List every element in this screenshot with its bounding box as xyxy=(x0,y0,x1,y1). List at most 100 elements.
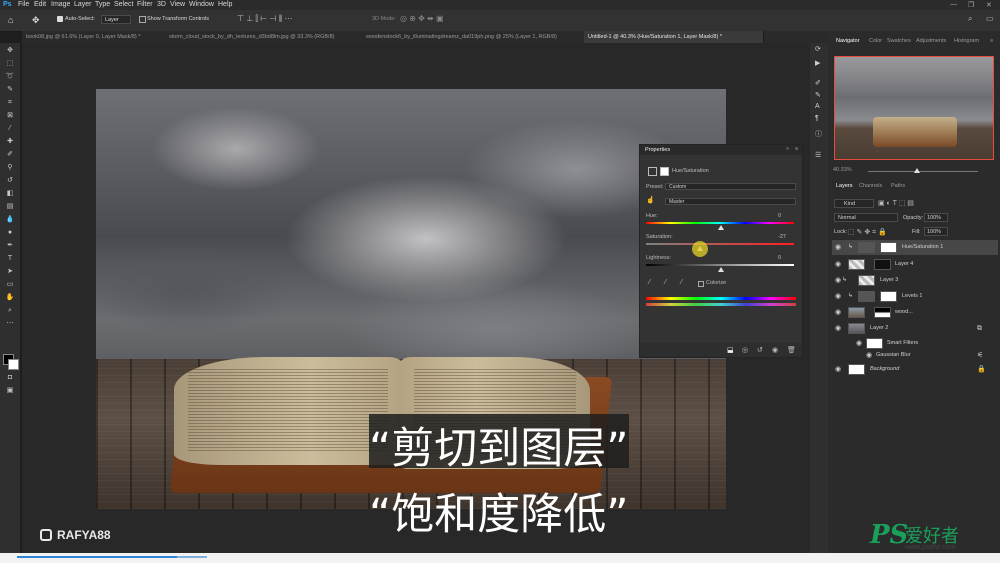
tab-book08[interactable]: book08.jpg @ 61.6% (Layer 0, Layer Mask/… xyxy=(22,31,167,43)
navigator-preview[interactable] xyxy=(834,56,994,160)
auto-select-checkbox[interactable] xyxy=(57,16,63,22)
layer-row-hue-saturation[interactable]: ◉ ↳ Hue/Saturation 1 xyxy=(832,240,998,255)
menu-type[interactable]: Type xyxy=(95,1,110,8)
quick-mask-icon[interactable]: ◘ xyxy=(5,374,15,382)
reset-icon[interactable]: ↺ xyxy=(757,346,763,354)
close-icon[interactable]: ✕ xyxy=(986,1,992,9)
tab-storm-cloud[interactable]: storm_cloud_stock_by_dh_textures_d3bd8lm… xyxy=(165,31,380,43)
preset-dropdown[interactable]: Custom xyxy=(665,183,796,190)
tab-channels[interactable]: Channels xyxy=(859,180,882,192)
hand-tool-icon[interactable]: ✋ xyxy=(5,294,15,302)
mask-thumbnail[interactable] xyxy=(874,307,891,318)
menu-layer[interactable]: Layer xyxy=(74,1,92,8)
frame-tool-icon[interactable]: ⊠ xyxy=(5,112,15,120)
clone-stamp-tool-icon[interactable]: ⚲ xyxy=(5,164,15,172)
tab-color[interactable]: Color xyxy=(869,35,882,47)
rectangle-tool-icon[interactable]: ▭ xyxy=(5,281,15,289)
layer-name[interactable]: Layer 3 xyxy=(880,273,898,288)
mask-thumbnail[interactable] xyxy=(880,291,897,302)
eye-icon[interactable]: ◉ xyxy=(835,257,841,272)
layer-row-background[interactable]: ◉ Background 🔒 xyxy=(832,362,998,377)
delete-icon[interactable]: 🗑 xyxy=(787,346,796,354)
clip-to-layer-icon[interactable]: ⬓ xyxy=(727,346,734,354)
path-select-tool-icon[interactable]: ➤ xyxy=(5,268,15,276)
more-tools-icon[interactable]: ⋯ xyxy=(5,320,15,328)
blur-tool-icon[interactable]: 💧 xyxy=(5,216,15,224)
brush-tool-icon[interactable]: ✐ xyxy=(5,151,15,159)
lasso-tool-icon[interactable]: ➰ xyxy=(5,73,15,81)
move-tool-icon[interactable]: ✥ xyxy=(5,47,15,55)
layer-row-layer-3[interactable]: ◉ ↳ Layer 3 xyxy=(832,273,998,288)
tab-histogram[interactable]: Histogram xyxy=(954,35,979,47)
opacity-input[interactable]: 100% xyxy=(924,213,948,222)
eyedropper-add-icon[interactable]: ⁄ xyxy=(665,279,666,286)
channel-dropdown[interactable]: Master xyxy=(665,198,796,205)
colorize-checkbox[interactable] xyxy=(698,281,704,287)
layer-name[interactable]: Gaussian Blur xyxy=(876,348,911,363)
tab-swatches[interactable]: Swatches xyxy=(887,35,911,47)
tab-untitled-1[interactable]: Untitled-1 @ 40.3% (Hue/Saturation 1, La… xyxy=(584,31,764,43)
lock-icons[interactable]: ⬚ ✎ ✥ ⌗ 🔒 xyxy=(848,228,887,237)
layer-name[interactable]: Background xyxy=(870,362,899,377)
hue-value[interactable]: 0 xyxy=(778,213,781,219)
paragraph-panel-icon[interactable]: ¶ xyxy=(815,115,819,122)
navigator-zoom[interactable]: 40.33% xyxy=(833,164,852,176)
panel-menu-icon[interactable]: ≡ xyxy=(990,35,993,47)
play-actions-icon[interactable]: ▶ xyxy=(815,59,820,67)
photoshop-app-icon[interactable]: Ps xyxy=(3,1,12,8)
layer-row-layer-4[interactable]: ◉ Layer 4 xyxy=(832,257,998,272)
panel-collapse-icon[interactable]: » xyxy=(786,146,789,152)
layer-filter-icons[interactable]: ▣ ◐ T ⬚ ▤ xyxy=(878,199,914,207)
character-panel-icon[interactable]: A xyxy=(815,103,820,110)
target-adjust-icon[interactable]: ☝ xyxy=(646,196,655,204)
saturation-slider-track[interactable] xyxy=(646,243,794,245)
video-progress-bar[interactable] xyxy=(0,553,1000,563)
zoom-tool-icon[interactable]: ⌕ xyxy=(5,307,15,315)
hue-slider-track[interactable] xyxy=(646,222,794,224)
tab-adjustments[interactable]: Adjustments xyxy=(916,35,946,47)
type-tool-icon[interactable]: T xyxy=(5,255,15,263)
eyedropper-subtract-icon[interactable]: ⁄ xyxy=(681,279,682,286)
layer-name[interactable]: Layer 2 xyxy=(870,321,888,336)
menu-image[interactable]: Image xyxy=(51,1,70,8)
blend-mode-dropdown[interactable]: Normal xyxy=(834,213,898,222)
mask-thumbnail[interactable] xyxy=(880,242,897,253)
eye-icon[interactable]: ◉ xyxy=(835,273,841,288)
fill-input[interactable]: 100% xyxy=(924,227,948,236)
eraser-tool-icon[interactable]: ◧ xyxy=(5,190,15,198)
brush-panel-icon[interactable]: ✐ xyxy=(815,79,821,87)
tab-navigator[interactable]: Navigator xyxy=(836,35,860,47)
crop-tool-icon[interactable]: ⌗ xyxy=(5,99,15,107)
layer-row-wood[interactable]: ◉ wood... xyxy=(832,305,998,320)
zoom-slider-track[interactable] xyxy=(868,171,978,172)
history-panel-icon[interactable]: ⟳ xyxy=(815,45,821,53)
align-icons[interactable]: ⊤ ⊥ ⫿ ⊢ ⊣ ⫼ ⋯ xyxy=(237,14,292,24)
auto-select-dropdown[interactable]: Layer xyxy=(101,15,131,24)
history-brush-tool-icon[interactable]: ↺ xyxy=(5,177,15,185)
lightness-value[interactable]: 0 xyxy=(778,255,781,261)
restore-icon[interactable]: ❐ xyxy=(968,1,974,9)
tab-paths[interactable]: Paths xyxy=(891,180,905,192)
eye-icon[interactable]: ◉ xyxy=(866,348,872,363)
pen-tool-icon[interactable]: ✒ xyxy=(5,242,15,250)
healing-tool-icon[interactable]: ✚ xyxy=(5,138,15,146)
gradient-tool-icon[interactable]: ▤ xyxy=(5,203,15,211)
menu-help[interactable]: Help xyxy=(218,1,232,8)
home-icon[interactable]: ⌂ xyxy=(8,15,13,25)
3d-tools-icons[interactable]: ◎ ⊕ ✥ ⬌ ▣ xyxy=(400,14,444,23)
menu-file[interactable]: File xyxy=(18,1,29,8)
layer-mask-icon[interactable] xyxy=(660,167,669,176)
eye-icon[interactable]: ◉ xyxy=(835,362,841,377)
move-tool-icon[interactable]: ✥ xyxy=(32,15,40,26)
layer-name[interactable]: Hue/Saturation 1 xyxy=(902,240,943,255)
layer-name[interactable]: Levels 1 xyxy=(902,289,923,304)
eye-icon[interactable]: ◉ xyxy=(835,240,841,255)
lightness-slider-track[interactable] xyxy=(646,264,794,266)
screen-mode-icon[interactable]: ▣ xyxy=(5,387,15,395)
filter-options-icon[interactable]: ⚟ xyxy=(977,348,983,363)
workspace-icon[interactable]: ▭ xyxy=(986,14,994,23)
hue-slider-thumb[interactable] xyxy=(718,225,724,230)
layer-row-levels-1[interactable]: ◉ ↳ Levels 1 xyxy=(832,289,998,304)
marquee-tool-icon[interactable]: ⬚ xyxy=(5,60,15,68)
brush-settings-icon[interactable]: ✎ xyxy=(815,91,821,99)
